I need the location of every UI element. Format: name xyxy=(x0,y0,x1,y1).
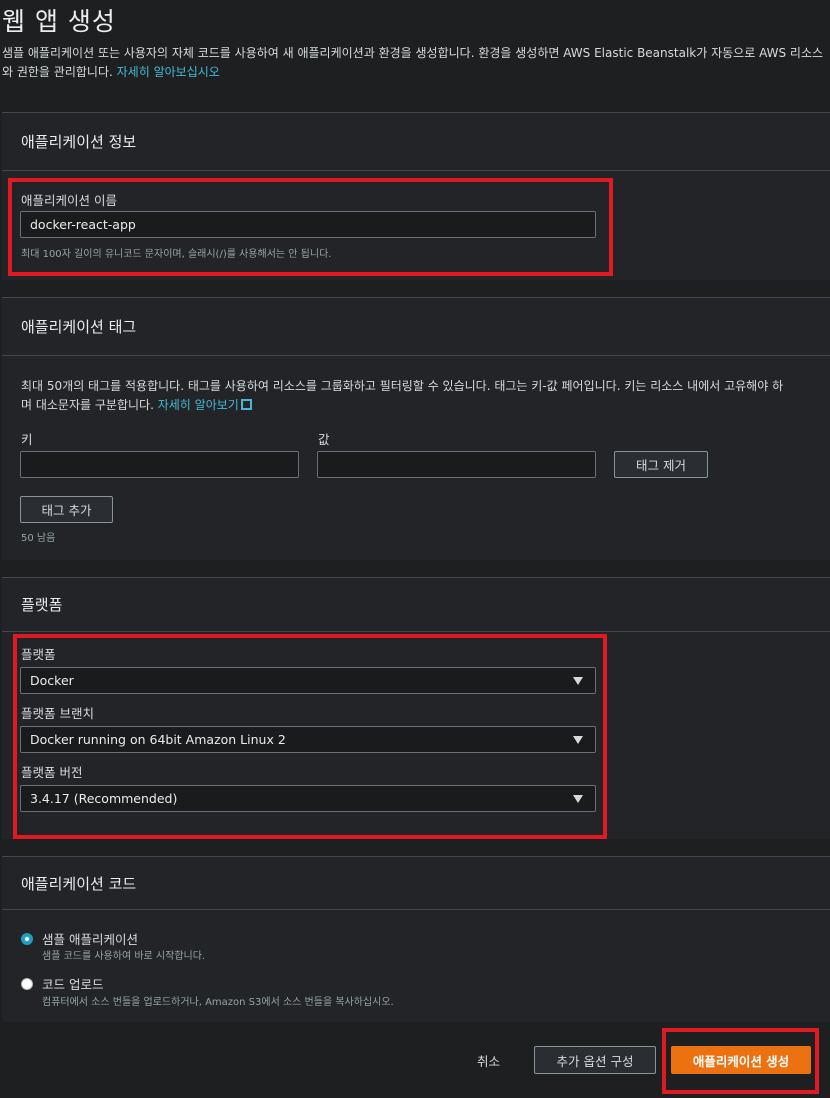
caret-down-icon xyxy=(573,677,583,685)
external-link-icon xyxy=(240,399,252,410)
platform-branch-value: Docker running on 64bit Amazon Linux 2 xyxy=(30,732,286,747)
sample-app-label[interactable]: 샘플 애플리케이션 xyxy=(42,929,138,948)
tags-description-text: 최대 50개의 태그를 적용합니다. 태그를 사용하여 리소스를 그룹화하고 필… xyxy=(21,379,784,412)
upload-code-radio[interactable] xyxy=(21,978,33,990)
tag-key-input[interactable] xyxy=(20,451,299,478)
app-info-heading: 애플리케이션 정보 xyxy=(2,113,830,171)
page-description: 샘플 애플리케이션 또는 사용자의 자체 코드를 사용하여 새 애플리케이션과 … xyxy=(2,44,828,82)
platform-version-label: 플랫폼 버전 xyxy=(21,765,83,780)
tags-panel: 애플리케이션 태그 최대 50개의 태그를 적용합니다. 태그를 사용하여 리소… xyxy=(2,297,830,560)
tags-learn-more-link[interactable]: 자세히 알아보기 xyxy=(158,398,252,412)
remove-tag-button[interactable]: 태그 제거 xyxy=(614,451,708,478)
app-name-input[interactable]: docker-react-app xyxy=(20,211,596,238)
more-options-button[interactable]: 추가 옵션 구성 xyxy=(534,1046,656,1074)
app-code-heading: 애플리케이션 코드 xyxy=(2,857,830,910)
platform-label: 플랫폼 xyxy=(21,647,56,662)
create-app-button[interactable]: 애플리케이션 생성 xyxy=(671,1046,811,1074)
platform-version-select[interactable]: 3.4.17 (Recommended) xyxy=(20,785,596,812)
platform-value: Docker xyxy=(30,673,74,688)
platform-version-value: 3.4.17 (Recommended) xyxy=(30,791,178,806)
upload-code-hint: 컴퓨터에서 소스 번들을 업로드하거나, Amazon S3에서 소스 번들을 … xyxy=(42,997,394,1008)
app-name-value: docker-react-app xyxy=(30,217,136,232)
platform-branch-label: 플랫폼 브랜치 xyxy=(21,706,94,721)
app-info-panel: 애플리케이션 정보 애플리케이션 이름 docker-react-app 최대 … xyxy=(2,112,830,280)
tag-value-label: 값 xyxy=(318,432,330,447)
platform-heading: 플랫폼 xyxy=(2,578,830,632)
tag-value-input[interactable] xyxy=(317,451,596,478)
caret-down-icon xyxy=(573,736,583,744)
tags-remaining: 50 남음 xyxy=(21,533,56,544)
tag-key-label: 키 xyxy=(21,432,33,447)
sample-app-hint: 샘플 코드를 사용하여 바로 시작합니다. xyxy=(42,951,206,962)
add-tag-button[interactable]: 태그 추가 xyxy=(20,496,113,523)
app-name-hint: 최대 100자 길이의 유니코드 문자이며, 슬래시(/)를 사용해서는 안 됩… xyxy=(21,249,332,260)
caret-down-icon xyxy=(573,795,583,803)
sample-app-radio[interactable] xyxy=(21,933,33,945)
cancel-button[interactable]: 취소 xyxy=(477,1051,500,1070)
platform-panel: 플랫폼 플랫폼 Docker 플랫폼 브랜치 Docker running on… xyxy=(2,577,830,839)
platform-select[interactable]: Docker xyxy=(20,667,596,694)
app-name-label: 애플리케이션 이름 xyxy=(21,193,117,208)
tags-heading: 애플리케이션 태그 xyxy=(2,298,830,356)
learn-more-link[interactable]: 자세히 알아보십시오 xyxy=(117,65,220,79)
platform-branch-select[interactable]: Docker running on 64bit Amazon Linux 2 xyxy=(20,726,596,753)
page-title: 웹 앱 생성 xyxy=(2,7,116,36)
upload-code-label[interactable]: 코드 업로드 xyxy=(42,974,103,993)
tags-description: 최대 50개의 태그를 적용합니다. 태그를 사용하여 리소스를 그룹화하고 필… xyxy=(21,377,791,415)
app-code-panel: 애플리케이션 코드 샘플 애플리케이션 샘플 코드를 사용하여 바로 시작합니다… xyxy=(2,856,830,1022)
